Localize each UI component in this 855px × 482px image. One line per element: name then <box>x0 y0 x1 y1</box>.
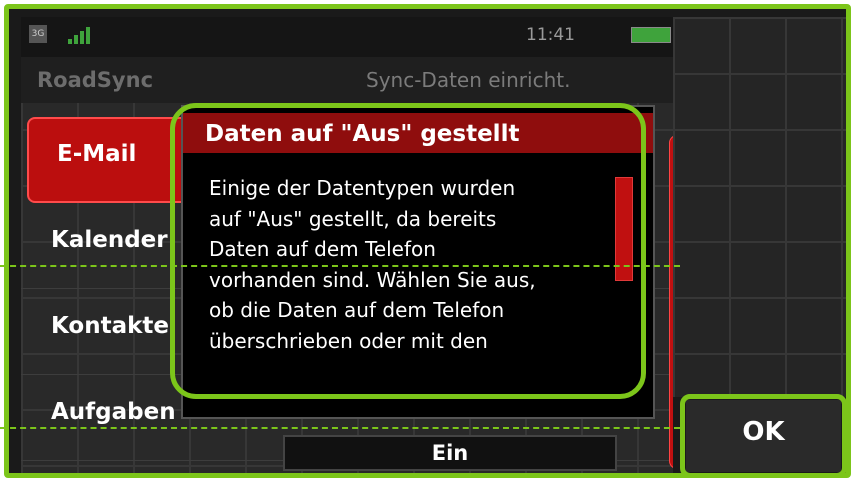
app-name: RoadSync <box>37 68 154 92</box>
annotation-dashed-line <box>0 427 680 429</box>
toggle-value-ein[interactable]: Ein <box>283 435 617 471</box>
annotation-highlight-dialog <box>170 103 646 399</box>
status-time: 11:41 <box>526 25 575 45</box>
annotation-highlight-ok <box>680 394 847 478</box>
tile-background <box>673 17 846 397</box>
battery-icon <box>631 27 671 43</box>
signal-icon <box>68 27 90 44</box>
status-bar: 3G 11:41 <box>21 17 673 57</box>
screen-title: Sync-Daten einricht. <box>366 68 571 92</box>
app-header: RoadSync Sync-Daten einricht. <box>21 57 673 103</box>
list-item-label: Kontakte <box>51 313 169 339</box>
network-icon: 3G <box>29 25 47 43</box>
list-item-label: E-Mail <box>57 141 137 167</box>
right-panel <box>673 17 846 397</box>
list-item-label: Kalender <box>51 227 168 253</box>
list-item-label: Aufgaben <box>51 399 176 425</box>
